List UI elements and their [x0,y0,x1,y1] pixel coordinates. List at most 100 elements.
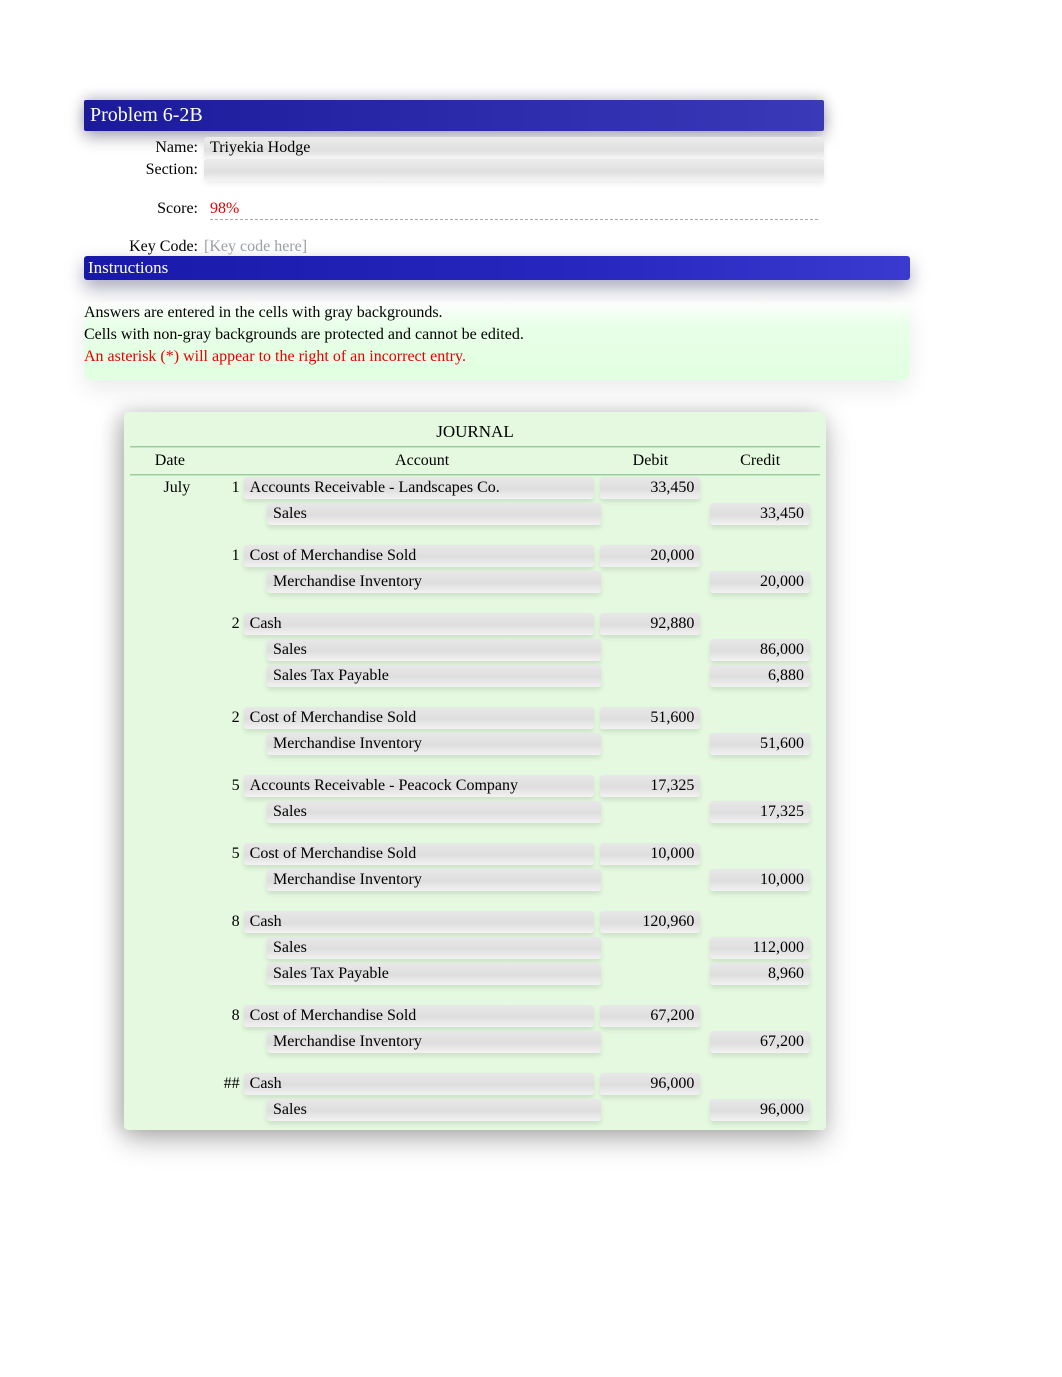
info-block: Name: Triyekia Hodge Section: Score: 98%… [84,137,824,256]
journal-panel: JOURNAL Date Account Debit Credit July 1 A… [124,412,826,1130]
col-credit: Credit [710,452,820,470]
account-input[interactable]: Sales Tax Payable [267,963,601,985]
journal-row: July1Accounts Receivable - Landscapes Co… [130,476,820,500]
journal-entry: 2Cost of Merchandise Sold51,600Merchandi… [130,706,820,756]
account-input[interactable]: Accounts Receivable - Peacock Company [244,775,594,797]
journal-row: Merchandise Inventory 51,600 [130,732,820,756]
journal-entry: 5Cost of Merchandise Sold10,000Merchandi… [130,842,820,892]
credit-input[interactable]: 86,000 [710,639,810,661]
account-input[interactable]: Cost of Merchandise Sold [244,1005,594,1027]
journal-row: Merchandise Inventory 10,000 [130,868,820,892]
col-account: Account [244,452,601,470]
month-cell: July [130,479,210,497]
journal-row: Sales 96,000 [130,1098,820,1122]
account-input[interactable]: Cost of Merchandise Sold [244,707,594,729]
account-input[interactable]: Cost of Merchandise Sold [244,843,594,865]
account-input[interactable]: Merchandise Inventory [267,571,601,593]
day-cell: 2 [210,615,244,633]
credit-input[interactable]: 10,000 [710,869,810,891]
credit-input[interactable]: 51,600 [710,733,810,755]
score-rule [210,219,818,220]
name-input[interactable]: Triyekia Hodge [204,137,824,159]
account-input[interactable]: Cash [244,613,594,635]
keycode-input[interactable]: [Key code here] [204,238,307,255]
account-input[interactable]: Sales [267,639,601,661]
day-cell: ## [210,1075,244,1093]
debit-input[interactable]: 51,600 [600,707,700,729]
day-cell: 5 [210,777,244,795]
debit-input[interactable]: 10,000 [600,843,700,865]
name-label: Name: [84,139,204,157]
account-input[interactable]: Merchandise Inventory [267,869,601,891]
section-input[interactable] [204,159,824,181]
credit-input[interactable]: 20,000 [710,571,810,593]
section-label: Section: [84,161,204,179]
account-input[interactable]: Cash [244,1073,594,1095]
account-input[interactable]: Merchandise Inventory [267,733,601,755]
journal-row: Sales 86,000 [130,638,820,662]
credit-input[interactable]: 112,000 [710,937,810,959]
journal-row: Sales 112,000 [130,936,820,960]
instructions-line-2: Cells with non-gray backgrounds are prot… [84,324,910,346]
journal-row: Sales 17,325 [130,800,820,824]
journal-entry: 2Cash 92,880 Sales 86,000 Sales Tax Payable 6… [130,612,820,688]
journal-entry: 5Accounts Receivable - Peacock Company 17… [130,774,820,824]
account-input[interactable]: Sales [267,801,601,823]
instructions-panel: Answers are entered in the cells with gr… [84,302,910,380]
credit-input[interactable]: 96,000 [710,1099,810,1121]
journal-row: Sales Tax Payable 8,960 [130,962,820,986]
instructions-bar: Instructions [84,256,910,280]
journal-row: 5Cost of Merchandise Sold10,000 [130,842,820,866]
score-label: Score: [84,200,204,218]
journal-row: 2Cash 92,880 [130,612,820,636]
col-date: Date [130,452,210,470]
col-debit: Debit [601,452,711,470]
journal-title: JOURNAL [130,422,820,442]
problem-title: Problem 6-2B [90,104,203,126]
keycode-label: Key Code: [84,238,204,256]
credit-input[interactable]: 8,960 [710,963,810,985]
account-input[interactable]: Sales [267,937,601,959]
journal-entry: ##Cash 96,000 Sales 96,000 [130,1072,820,1122]
account-input[interactable]: Sales Tax Payable [267,665,601,687]
account-input[interactable]: Sales [267,503,601,525]
credit-input[interactable]: 67,200 [710,1031,810,1053]
problem-title-bar: Problem 6-2B [84,100,824,131]
day-cell: 8 [210,913,244,931]
account-input[interactable]: Merchandise Inventory [267,1031,601,1053]
journal-row: 8Cost of Merchandise Sold 67,200 [130,1004,820,1028]
account-input[interactable]: Cost of Merchandise Sold [244,545,594,567]
account-input[interactable]: Accounts Receivable - Landscapes Co. [244,477,594,499]
instructions-line-1: Answers are entered in the cells with gr… [84,302,910,324]
debit-input[interactable]: 92,880 [600,613,700,635]
journal-row: ##Cash 96,000 [130,1072,820,1096]
instructions-title: Instructions [88,258,168,277]
account-input[interactable]: Sales [267,1099,601,1121]
score-value: 98% [204,199,824,219]
journal-row: Sales Tax Payable 6,880 [130,664,820,688]
debit-input[interactable]: 20,000 [600,545,700,567]
instructions-line-3: An asterisk (*) will appear to the right… [84,346,910,368]
debit-input[interactable]: 67,200 [600,1005,700,1027]
credit-input[interactable]: 33,450 [710,503,810,525]
debit-input[interactable]: 17,325 [600,775,700,797]
journal-entry: July1Accounts Receivable - Landscapes Co… [130,476,820,526]
journal-header-row: Date Account Debit Credit [130,448,820,474]
debit-input[interactable]: 120,960 [600,911,700,933]
journal-row: 5Accounts Receivable - Peacock Company 17… [130,774,820,798]
journal-row: 1Cost of Merchandise Sold 20,000 [130,544,820,568]
day-cell: 2 [210,709,244,727]
journal-row: 8Cash 120,960 [130,910,820,934]
journal-row: Sales 33,450 [130,502,820,526]
account-input[interactable]: Cash [244,911,594,933]
journal-entry: 1Cost of Merchandise Sold20,000Merchandi… [130,544,820,594]
credit-input[interactable]: 17,325 [710,801,810,823]
debit-input[interactable]: 96,000 [600,1073,700,1095]
journal-body: July 1 Accounts Receivable - Landscapes Co… [130,476,820,1122]
day-cell: 8 [210,1007,244,1025]
debit-input[interactable]: 33,450 [600,477,700,499]
journal-entry: 8Cash 120,960 Sales 112,000 Sales Tax Payabl… [130,910,820,986]
journal-row: Merchandise Inventory 20,000 [130,570,820,594]
day-cell: 1 [210,547,244,565]
credit-input[interactable]: 6,880 [710,665,810,687]
